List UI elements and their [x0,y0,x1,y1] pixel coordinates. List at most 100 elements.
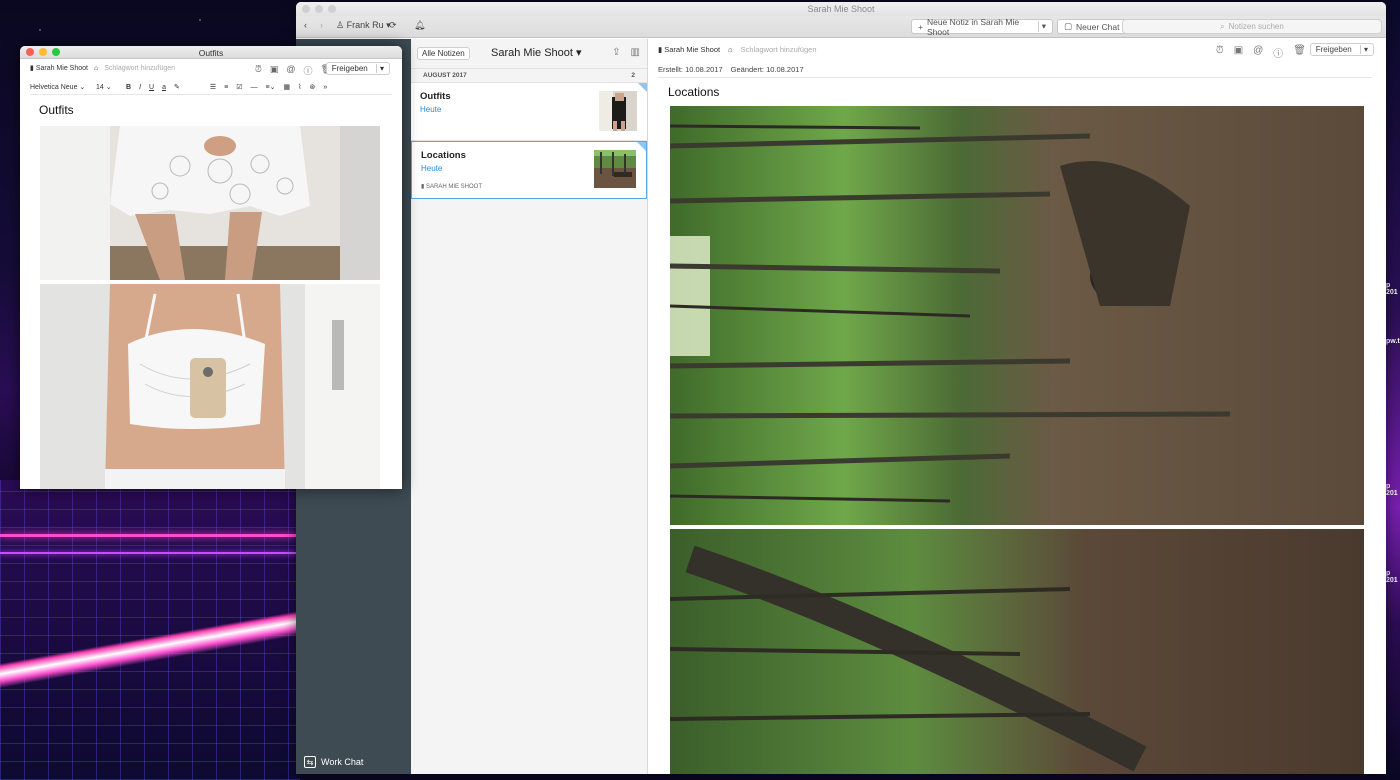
bullet-list-icon[interactable]: ☰ [210,83,216,91]
bold-icon[interactable]: B [126,84,131,91]
share-icon[interactable]: ⇪ [612,47,620,58]
note-metadata: Erstellt: 10.08.2017 Geändert: 10.08.201… [658,65,804,74]
sync-icon[interactable]: ⟳ [389,20,397,31]
modified-date: Geändert: 10.08.2017 [730,65,804,74]
text-color-icon[interactable]: a [162,84,166,91]
desktop-label: p 201 [1386,483,1398,497]
alarm-icon[interactable]: ⏰︎ [255,64,262,77]
editor-header: ▮ Sarah Mie Shoot ⌂ Schlagwort hinzufüge… [658,45,817,54]
tag-icon: ⌂ [728,45,733,54]
all-notes-button[interactable]: Alle Notizen [417,47,470,60]
align-icon[interactable]: ≡⌄ [266,83,276,91]
mention-icon[interactable]: @ [286,64,295,77]
user-name: Frank Ru [346,20,384,30]
desktop-right-strip [1386,0,1400,780]
note-list-header: Alle Notizen Sarah Mie Shoot ▾ ⇪ ▥ [411,39,647,69]
work-chat-button[interactable]: ⇆ Work Chat [304,756,363,768]
note-list-icons: ⇪ ▥ [612,47,640,58]
share-label: Freigeben [331,64,368,73]
record-icon[interactable]: ⊛ [310,83,316,91]
note-title-field[interactable]: Outfits [39,103,74,117]
font-size-selector[interactable]: 14 ⌄ [96,83,118,91]
month-header: AUGUST 2017 2 [411,69,647,83]
attachment-icon[interactable]: ⌇ [298,83,301,91]
outfits-icons: ⏰︎ ▣ @ ⓘ 🗑︎ [255,64,332,77]
new-note-button[interactable]: + Neue Notiz in Sarah Mie Shoot ▾ [911,17,1053,37]
share-button[interactable]: Freigeben ▾ [1309,43,1374,56]
forest-image-1[interactable] [670,106,1364,525]
note-card-outfits[interactable]: Outfits Heute [411,83,647,141]
search-input[interactable]: ⌕ Notizen suchen [1122,19,1382,34]
trash-icon[interactable]: 🗑︎ [1293,45,1306,60]
alarm-icon[interactable]: ⏰︎ [1216,45,1224,60]
notebook-title-text: Sarah Mie Shoot [491,47,573,59]
back-arrow-icon[interactable]: ‹ [304,20,307,30]
new-chat-label: Neuer Chat [1076,21,1120,32]
search-icon: ⌕ [1220,21,1225,31]
tag-input[interactable]: Schlagwort hinzufügen [741,45,817,54]
note-corner-marker [637,142,646,151]
user-menu[interactable]: ♙ Frank Ru ▾ [336,20,391,31]
note-editor: ▮ Sarah Mie Shoot ⌂ Schlagwort hinzufüge… [648,39,1386,774]
month-label: AUGUST 2017 [423,72,467,79]
info-icon[interactable]: ⓘ [304,64,313,77]
divider [658,77,1372,78]
forward-arrow-icon[interactable]: › [320,20,323,30]
outfits-header: ▮ Sarah Mie Shoot ⌂ Schlagwort hinzufüge… [30,64,175,73]
note-thumbnail [599,91,637,131]
desktop-label: p 201 [1386,570,1398,584]
presentation-icon[interactable]: ▣ [270,64,279,77]
note-card-locations[interactable]: Locations Heute ▮ SARAH MIE SHOOT [411,141,647,199]
note-notebook-tag: ▮ SARAH MIE SHOOT [421,183,482,190]
notebook-selector[interactable]: ▮ Sarah Mie Shoot [30,64,88,72]
more-icon[interactable]: » [323,84,327,91]
mention-icon[interactable]: @ [1253,45,1263,60]
outfits-titlebar: Outfits [20,46,402,59]
info-icon[interactable]: ⓘ [1273,45,1283,60]
format-toolbar: Helvetica Neue ⌄ 14 ⌄ B I U a ✎ ☰ ≡ ☑ — … [30,82,392,95]
note-title-field[interactable]: Locations [668,85,719,99]
table-icon[interactable]: ▦ [283,83,290,91]
note-corner-marker [638,83,647,92]
share-button[interactable]: Freigeben ▾ [325,62,390,75]
window-title: Sarah Mie Shoot [807,4,875,14]
editor-notebook-name: Sarah Mie Shoot [664,45,721,54]
tag-input[interactable]: Schlagwort hinzufügen [104,65,175,72]
checkbox-icon[interactable]: ☑ [236,83,242,91]
font-size: 14 [96,84,104,91]
desktop-label: pw.t [1386,338,1400,345]
note-title: Locations [421,150,466,161]
outfits-window: Outfits ▮ Sarah Mie Shoot ⌂ Schlagwort h… [20,46,402,489]
highlight-icon[interactable]: ✎ [174,83,180,91]
chevron-down-icon[interactable]: ▾ [1037,21,1046,32]
notebook-title[interactable]: Sarah Mie Shoot ▾ [491,46,582,59]
notebook-icon: ▮ [421,184,425,190]
divider-icon[interactable]: — [251,84,258,91]
work-chat-label: Work Chat [321,757,364,767]
note-date: Heute [421,164,443,173]
outfits-notebook-name: Sarah Mie Shoot [35,65,88,72]
italic-icon[interactable]: I [139,84,141,91]
view-toggle-icon[interactable]: ▥ [631,47,640,58]
bell-icon[interactable]: 🔔︎ [414,20,425,31]
desktop-neon-line [0,534,296,537]
main-titlebar: Sarah Mie Shoot [296,2,1386,16]
font-selector[interactable]: Helvetica Neue ⌄ [30,83,88,91]
forest-image-2[interactable] [670,529,1364,774]
month-count: 2 [631,72,635,79]
share-label: Freigeben [1315,45,1352,54]
new-chat-button[interactable]: ▢ Neuer Chat [1057,19,1127,34]
notebook-selector[interactable]: ▮ Sarah Mie Shoot [658,45,720,54]
note-notebook-name: SARAH MIE SHOOT [425,184,482,190]
numbered-list-icon[interactable]: ≡ [224,84,228,91]
outfit-image-2[interactable] [40,284,380,489]
tag-icon: ⌂ [93,64,99,72]
font-name: Helvetica Neue [30,84,78,91]
editor-icons: ⏰︎ ▣ @ ⓘ 🗑︎ [1216,45,1306,60]
created-date: Erstellt: 10.08.2017 [658,65,723,74]
outfit-image-1[interactable] [40,126,380,280]
desktop-grid-art [0,480,300,780]
underline-icon[interactable]: U [149,84,154,91]
chevron-down-icon: ▾ [576,47,582,59]
presentation-icon[interactable]: ▣ [1234,45,1243,60]
